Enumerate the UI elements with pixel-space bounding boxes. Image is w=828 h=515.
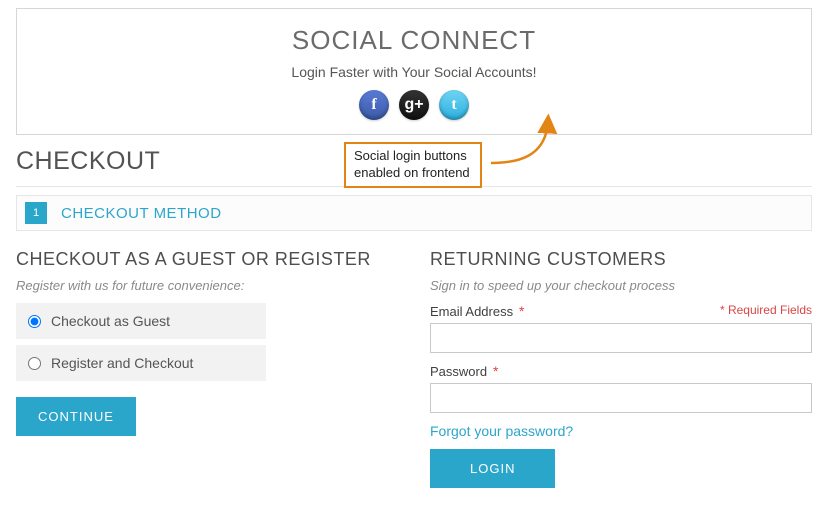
twitter-icon[interactable]: t [439,90,469,120]
step-number: 1 [25,202,47,224]
annotation-line2: enabled on frontend [354,165,470,182]
radio-guest-label: Checkout as Guest [51,313,170,329]
radio-guest-input[interactable] [28,315,41,328]
facebook-icon[interactable]: f [359,90,389,120]
forgot-password-link[interactable]: Forgot your password? [430,423,573,439]
email-label: Email Address [430,304,513,319]
email-input[interactable] [430,323,812,353]
social-icons-row: f g+ t [17,90,811,120]
step-bar: 1 CHECKOUT METHOD [16,195,812,231]
required-fields-note: * Required Fields [720,303,812,317]
login-button[interactable]: LOGIN [430,449,555,488]
social-connect-subtitle: Login Faster with Your Social Accounts! [17,64,811,80]
guest-column: CHECKOUT AS A GUEST OR REGISTER Register… [16,249,398,488]
continue-button[interactable]: CONTINUE [16,397,136,436]
guest-heading: CHECKOUT AS A GUEST OR REGISTER [16,249,398,270]
asterisk-icon: * [519,303,524,319]
google-plus-icon[interactable]: g+ [399,90,429,120]
password-label: Password [430,364,487,379]
radio-register-checkout[interactable]: Register and Checkout [16,345,266,381]
annotation-line1: Social login buttons [354,148,470,165]
login-note: Sign in to speed up your checkout proces… [430,278,812,293]
password-input[interactable] [430,383,812,413]
asterisk-icon: * [493,363,498,379]
social-connect-panel: SOCIAL CONNECT Login Faster with Your So… [16,8,812,135]
login-column: RETURNING CUSTOMERS Sign in to speed up … [430,249,812,488]
radio-register-input[interactable] [28,357,41,370]
login-heading: RETURNING CUSTOMERS [430,249,812,270]
google-glyph: g+ [404,96,423,114]
step-label: CHECKOUT METHOD [61,205,222,222]
guest-note: Register with us for future convenience: [16,278,398,293]
twitter-glyph: t [451,96,456,114]
radio-register-label: Register and Checkout [51,355,193,371]
radio-checkout-guest[interactable]: Checkout as Guest [16,303,266,339]
annotation-callout: Social login buttons enabled on frontend [344,142,482,188]
social-connect-title: SOCIAL CONNECT [17,25,811,56]
facebook-glyph: f [371,96,376,114]
